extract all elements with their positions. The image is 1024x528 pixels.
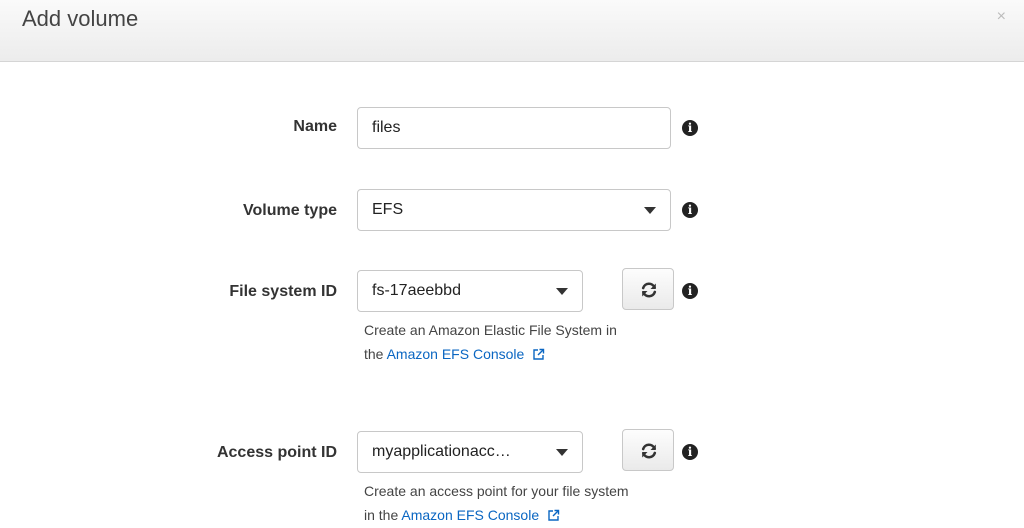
- file-system-help-line2: the Amazon EFS Console: [364, 342, 617, 366]
- access-point-help: Create an access point for your file sys…: [364, 479, 629, 527]
- volume-type-value: EFS: [372, 201, 404, 218]
- access-point-id-label: Access point ID: [216, 444, 337, 461]
- close-button[interactable]: ×: [997, 8, 1006, 26]
- info-icon[interactable]: i: [682, 283, 698, 299]
- volume-type-label: Volume type: [243, 202, 337, 219]
- refresh-file-systems-button[interactable]: [622, 268, 674, 310]
- name-input-value: files: [372, 119, 401, 136]
- name-input[interactable]: files: [357, 107, 671, 149]
- chevron-down-icon: [644, 207, 656, 214]
- name-label: Name: [293, 118, 337, 135]
- file-system-help: Create an Amazon Elastic File System in …: [364, 318, 617, 366]
- access-point-id-select[interactable]: myapplicationacc…: [357, 431, 583, 473]
- refresh-icon: [641, 282, 657, 298]
- chevron-down-icon: [556, 288, 568, 295]
- efs-console-link[interactable]: Amazon EFS Console: [387, 346, 525, 362]
- access-point-help-line2: in the Amazon EFS Console: [364, 503, 629, 527]
- efs-console-link[interactable]: Amazon EFS Console: [401, 507, 539, 523]
- refresh-icon: [641, 443, 657, 459]
- file-system-id-value: fs-17aeebbd: [372, 282, 461, 299]
- external-link-icon: [533, 348, 545, 360]
- dialog-header: Add volume ×: [0, 0, 1024, 62]
- file-system-help-prefix: the: [364, 346, 384, 362]
- access-point-help-prefix: in the: [364, 507, 399, 523]
- file-system-id-label: File system ID: [229, 283, 337, 300]
- info-icon[interactable]: i: [682, 444, 698, 460]
- external-link-icon: [548, 509, 560, 521]
- access-point-id-value: myapplicationacc…: [372, 443, 511, 460]
- refresh-access-points-button[interactable]: [622, 429, 674, 471]
- access-point-help-text: Create an access point for your file sys…: [364, 483, 629, 499]
- file-system-help-text: Create an Amazon Elastic File System in: [364, 322, 617, 338]
- info-icon[interactable]: i: [682, 120, 698, 136]
- file-system-id-select[interactable]: fs-17aeebbd: [357, 270, 583, 312]
- volume-type-select[interactable]: EFS: [357, 189, 671, 231]
- chevron-down-icon: [556, 449, 568, 456]
- info-icon[interactable]: i: [682, 202, 698, 218]
- dialog-title: Add volume: [22, 6, 139, 31]
